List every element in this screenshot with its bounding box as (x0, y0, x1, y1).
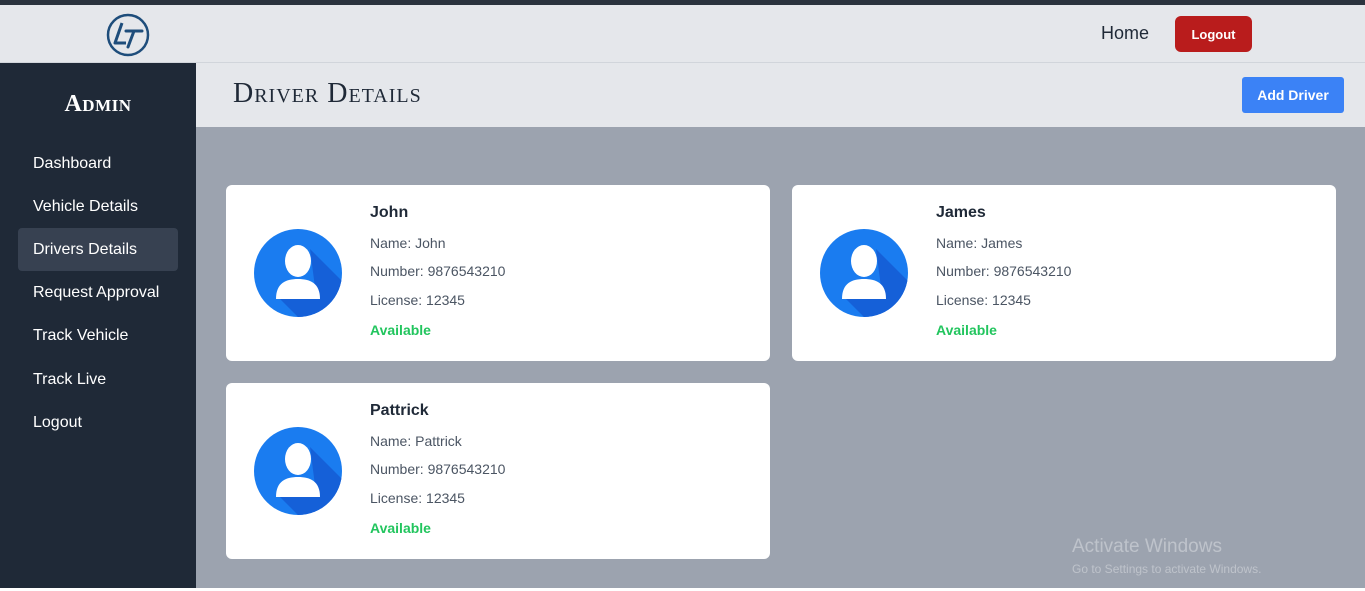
sidebar-item-vehicle-details[interactable]: Vehicle Details (18, 185, 178, 228)
sidebar: Admin Dashboard Vehicle Details Drivers … (0, 63, 196, 591)
top-navbar: Home Logout (0, 5, 1365, 63)
driver-name: Name: John (370, 235, 446, 251)
driver-card[interactable]: James Name: James Number: 9876543210 Lic… (792, 185, 1336, 361)
sidebar-item-dashboard[interactable]: Dashboard (18, 142, 178, 185)
driver-status: Available (936, 322, 997, 338)
user-avatar-icon (254, 427, 342, 515)
add-driver-button[interactable]: Add Driver (1242, 77, 1344, 113)
driver-license: License: 12345 (370, 292, 465, 308)
sidebar-item-logout[interactable]: Logout (18, 401, 178, 444)
page-header: Driver Details Add Driver (196, 63, 1365, 127)
driver-status: Available (370, 322, 431, 338)
driver-card-heading: John (370, 204, 409, 221)
drivers-content-area: John Name: John Number: 9876543210 Licen… (196, 127, 1365, 588)
driver-name: Name: Pattrick (370, 433, 462, 449)
page-title: Driver Details (233, 78, 422, 109)
sidebar-item-track-vehicle[interactable]: Track Vehicle (18, 314, 178, 357)
lt-logo-icon[interactable] (106, 13, 150, 57)
activate-windows-watermark: Activate Windows Go to Settings to activ… (1072, 536, 1261, 576)
sidebar-item-request-approval[interactable]: Request Approval (18, 271, 178, 314)
driver-card-heading: James (936, 204, 986, 221)
user-avatar-icon (820, 229, 908, 317)
nav-home-link[interactable]: Home (1101, 23, 1149, 44)
user-avatar-icon (254, 229, 342, 317)
watermark-subtitle: Go to Settings to activate Windows. (1072, 562, 1262, 576)
sidebar-item-track-live[interactable]: Track Live (18, 358, 178, 401)
sidebar-item-drivers-details[interactable]: Drivers Details (18, 228, 178, 271)
driver-number: Number: 9876543210 (936, 263, 1072, 279)
driver-number: Number: 9876543210 (370, 263, 506, 279)
driver-status: Available (370, 520, 431, 536)
driver-name: Name: James (936, 235, 1023, 251)
logout-button[interactable]: Logout (1175, 16, 1252, 52)
sidebar-title: Admin (64, 91, 132, 117)
driver-number: Number: 9876543210 (370, 461, 506, 477)
driver-license: License: 12345 (936, 292, 1031, 308)
driver-license: License: 12345 (370, 490, 465, 506)
driver-card[interactable]: Pattrick Name: Pattrick Number: 98765432… (226, 383, 770, 559)
driver-card-heading: Pattrick (370, 402, 429, 419)
watermark-title: Activate Windows (1072, 536, 1222, 557)
driver-card[interactable]: John Name: John Number: 9876543210 Licen… (226, 185, 770, 361)
